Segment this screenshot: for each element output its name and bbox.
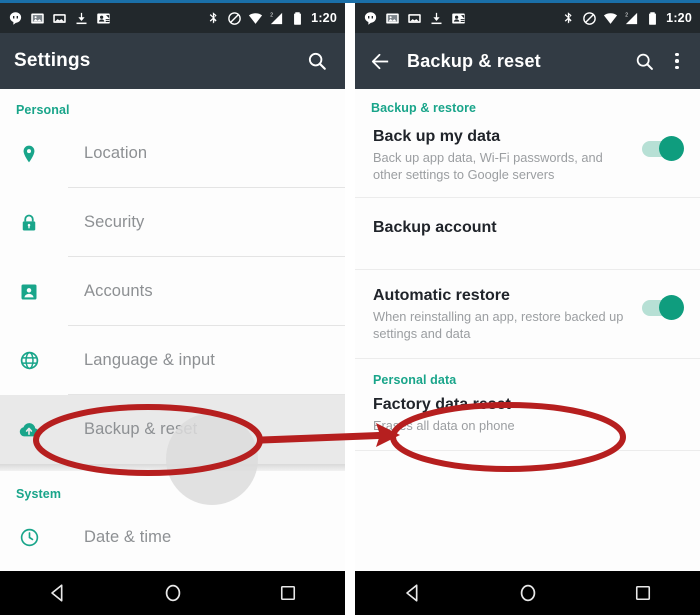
right-app-bar: Backup & reset <box>355 33 700 89</box>
list-item-title: Back up my data <box>373 128 501 145</box>
overflow-dot <box>675 52 679 57</box>
hangouts-icon <box>8 11 23 26</box>
search-icon[interactable] <box>303 47 331 75</box>
right-settings-list: Backup & restore Back up my data Back up… <box>355 89 700 571</box>
right-status-bar: 2 1:20 <box>355 3 700 33</box>
toggle-knob <box>659 295 684 321</box>
row-divider <box>355 449 700 451</box>
sidebar-item-accounts[interactable]: Accounts <box>0 257 345 326</box>
contact-sync-icon <box>451 11 466 26</box>
search-icon[interactable] <box>630 47 658 75</box>
status-time: 1:20 <box>666 11 692 25</box>
sidebar-item-label: Accounts <box>84 282 153 300</box>
list-item-back-up-my-data[interactable]: Back up my data Back up app data, Wi-Fi … <box>355 115 700 198</box>
right-phone-screen: 2 1:20 Backup & reset Backup & restore B… <box>355 3 700 615</box>
toggle-knob <box>659 136 684 161</box>
home-nav-icon[interactable] <box>517 582 539 604</box>
sidebar-item-location[interactable]: Location <box>0 119 345 188</box>
left-nav-bar <box>0 571 345 615</box>
list-item-title: Automatic restore <box>373 287 510 305</box>
page-title: Settings <box>14 50 91 71</box>
row-divider <box>355 357 700 359</box>
location-pin-icon <box>16 144 42 164</box>
photos-icon <box>30 11 45 26</box>
list-item-factory-data-reset[interactable]: Factory data reset Erases all data on ph… <box>355 387 700 451</box>
list-item-text: Automatic restore When reinstalling an a… <box>373 286 642 343</box>
bluetooth-icon <box>206 11 221 26</box>
svg-text:2: 2 <box>270 12 273 18</box>
sidebar-item-label: Date & time <box>84 528 172 546</box>
hangouts-icon <box>363 11 378 26</box>
sidebar-item-label: Security <box>84 213 145 231</box>
photos-icon <box>385 11 400 26</box>
recents-nav-icon[interactable] <box>633 583 653 603</box>
screenshot-icon <box>407 11 422 26</box>
section-header-personal-data: Personal data <box>373 372 457 387</box>
arrow-back-icon[interactable] <box>367 48 393 74</box>
sidebar-item-label: Location <box>84 144 148 162</box>
overflow-dot <box>675 59 679 63</box>
automatic-restore-toggle[interactable] <box>642 295 684 321</box>
home-nav-icon[interactable] <box>162 582 184 604</box>
wifi-icon <box>248 11 263 26</box>
sidebar-item-date-time[interactable]: Date & time <box>0 503 345 572</box>
two-panel-stage: 2 1:20 Settings Personal Location Securi… <box>0 3 700 615</box>
list-item-text: Factory data reset Erases all data on ph… <box>373 395 684 435</box>
overflow-dot <box>675 65 679 70</box>
status-right-icons: 2 1:20 <box>561 11 692 26</box>
backup-cloud-icon <box>16 419 42 441</box>
sidebar-item-security[interactable]: Security <box>0 188 345 257</box>
download-icon <box>74 11 89 26</box>
page-title: Backup & reset <box>407 50 541 71</box>
list-item-text: Backup account <box>373 218 684 239</box>
left-status-bar: 2 1:20 <box>0 3 345 33</box>
list-item-automatic-restore[interactable]: Automatic restore When reinstalling an a… <box>355 270 700 359</box>
list-item-subtitle: Back up app data, Wi-Fi passwords, and o… <box>373 149 603 182</box>
section-header-backup-restore: Backup & restore <box>371 101 477 115</box>
recents-nav-icon[interactable] <box>278 583 298 603</box>
list-item-subtitle: When reinstalling an app, restore backed… <box>373 309 624 342</box>
status-time: 1:20 <box>311 11 337 25</box>
battery-icon <box>645 11 660 26</box>
screenshot-icon <box>52 11 67 26</box>
battery-icon <box>290 11 305 26</box>
back-nav-icon[interactable] <box>402 582 424 604</box>
bluetooth-icon <box>561 11 576 26</box>
clock-icon <box>16 527 42 548</box>
section-header-personal: Personal <box>16 103 70 117</box>
lock-icon <box>16 213 42 233</box>
touch-ripple-highlight <box>166 413 258 505</box>
sidebar-item-language-input[interactable]: Language & input <box>0 326 345 395</box>
svg-text:2: 2 <box>625 12 628 18</box>
list-item-title: Factory data reset <box>373 395 511 413</box>
status-left-icons <box>363 11 466 26</box>
do-not-disturb-icon <box>227 11 242 26</box>
status-left-icons <box>8 11 111 26</box>
overflow-menu-icon[interactable] <box>666 47 688 75</box>
do-not-disturb-icon <box>582 11 597 26</box>
back-up-my-data-toggle[interactable] <box>642 136 684 161</box>
account-badge-icon <box>16 282 42 302</box>
list-item-subtitle: Erases all data on phone <box>373 417 515 433</box>
left-phone-screen: 2 1:20 Settings Personal Location Securi… <box>0 3 345 615</box>
list-item-backup-account[interactable]: Backup account <box>355 198 700 271</box>
sidebar-item-label: Language & input <box>84 351 215 369</box>
left-settings-list: Personal Location Security Accounts Lang… <box>0 89 345 571</box>
download-icon <box>429 11 444 26</box>
list-item-title: Backup account <box>373 218 497 236</box>
cellular-signal-icon: 2 <box>624 11 639 26</box>
back-nav-icon[interactable] <box>47 582 69 604</box>
contact-sync-icon <box>96 11 111 26</box>
list-item-text: Back up my data Back up app data, Wi-Fi … <box>373 127 642 184</box>
cellular-signal-icon: 2 <box>269 11 284 26</box>
globe-icon <box>16 350 42 371</box>
wifi-icon <box>603 11 618 26</box>
left-app-bar: Settings <box>0 33 345 89</box>
right-nav-bar <box>355 571 700 615</box>
status-right-icons: 2 1:20 <box>206 11 337 26</box>
